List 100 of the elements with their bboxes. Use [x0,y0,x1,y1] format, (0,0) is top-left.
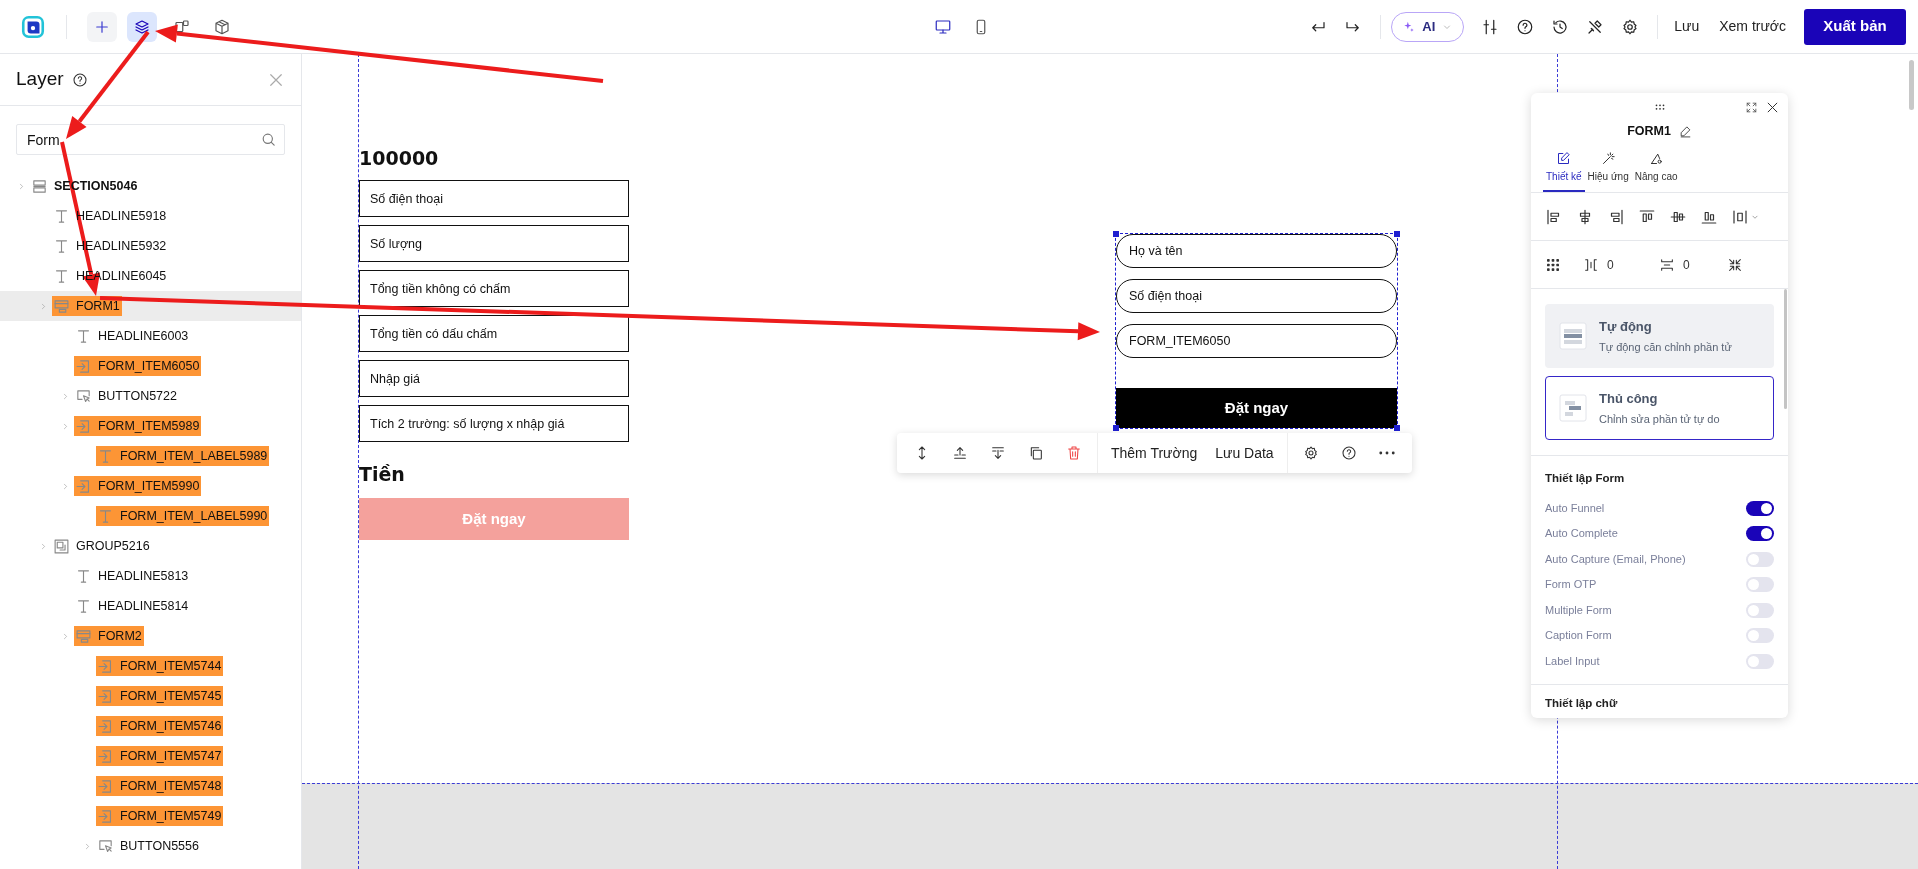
tree-row[interactable]: FORM_ITEM5746 [0,711,301,741]
layout-mode-option[interactable]: Thủ công Chỉnh sửa phần tử tự do [1545,376,1774,440]
input-field[interactable]: Họ và tên [1116,234,1397,268]
layers-button[interactable] [127,11,157,42]
tree-row[interactable]: FORM_ITEM5749 [0,801,301,831]
spacing-value: 0 [1683,256,1691,274]
resize-handle[interactable] [1113,425,1119,431]
setting-label: Label Input [1545,653,1600,669]
history-icon [1550,17,1569,36]
toggle-switch[interactable] [1746,526,1774,541]
auto-layout-icon [1559,322,1587,350]
input-icon [97,657,114,675]
tree-row[interactable]: BUTTON5722 [0,381,301,411]
scrollbar-thumb[interactable] [1784,289,1787,409]
scrollbar-thumb[interactable] [1909,60,1914,110]
tree-row[interactable]: GROUP5216 [0,531,301,561]
pencil-icon[interactable] [1678,124,1692,138]
input-field[interactable]: Tổng tiền có dấu chấm [359,315,629,352]
resize-handle[interactable] [1394,425,1400,431]
toggle-switch[interactable] [1746,551,1774,567]
sliders-icon [1480,17,1499,36]
tree-row[interactable]: FORM1 [0,291,301,321]
help-icon[interactable] [71,71,88,88]
tree-row[interactable]: FORM_ITEM5745 [0,681,301,711]
text-icon [53,267,70,285]
input-field[interactable]: Nhập giá [359,360,629,397]
tree-row[interactable]: HEADLINE5814 [0,591,301,621]
layer-label: FORM_ITEM_LABEL5989 [120,447,269,465]
resize-handle[interactable] [1113,231,1119,237]
toggle-switch[interactable] [1746,500,1774,516]
layer-label: FORM_ITEM5746 [120,717,223,735]
layer-label: FORM_ITEM5990 [98,477,201,495]
setting-label: Caption Form [1545,628,1612,644]
toolbar-action[interactable]: Lưu Data [1206,438,1283,468]
grid-icon[interactable] [1545,256,1561,273]
layer-label: HEADLINE6003 [98,327,190,345]
text-icon [75,327,92,345]
layout-mode-option[interactable]: Tự động Tự động căn chỉnh phần tử [1545,304,1774,368]
tree-row[interactable]: FORM_ITEM5747 [0,741,301,771]
input-icon [75,477,92,495]
layer-label: FORM_ITEM5989 [98,417,201,435]
tree-row[interactable]: FORM_ITEM_LABEL5990 [0,501,301,531]
input-field[interactable]: FORM_ITEM6050 [1116,324,1397,358]
layer-label: HEADLINE5813 [98,567,190,585]
toggle-switch[interactable] [1746,653,1774,669]
tree-row[interactable]: FORM_ITEM_LABEL5989 [0,441,301,471]
vertical-spacing-icon[interactable] [1659,256,1675,273]
layer-label: BUTTON5556 [120,837,200,855]
input-icon [97,717,114,735]
layer-label: FORM_ITEM5748 [120,777,223,795]
panel-title: FORM1 [1627,122,1671,140]
amount-heading: 100000 [359,146,440,171]
input-icon [97,807,114,825]
tree-row[interactable]: BUTTON5556 [0,831,301,861]
settings-icon [1302,445,1319,461]
input-field[interactable]: Tích 2 trường: số lượng x nhập giá [359,405,629,442]
toggle-switch[interactable] [1746,628,1774,643]
input-field[interactable]: Tổng tiền không có chấm [359,270,629,307]
toggle-switch[interactable] [1746,602,1774,618]
collapse-icon[interactable] [1727,256,1743,273]
trash-icon [1066,445,1082,461]
search-icon [260,131,277,148]
tree-row[interactable]: FORM_ITEM5744 [0,651,301,681]
tree-row[interactable]: FORM_ITEM5989 [0,411,301,441]
panel-tab[interactable]: Hiệu ứng [1584,147,1632,192]
horizontal-spacing-icon[interactable] [1583,256,1599,273]
tree-row[interactable]: FORM_ITEM6050 [0,351,301,381]
input-field[interactable]: Số lượng [359,225,629,262]
input-icon [97,777,114,795]
toolbar-action[interactable]: Thêm Trường [1102,438,1207,468]
panel-tab[interactable]: Nâng cao [1631,147,1681,192]
tree-row[interactable]: FORM2 [0,621,301,651]
layer-label: GROUP5216 [76,537,151,555]
tree-row[interactable]: HEADLINE5813 [0,561,301,591]
add-button[interactable] [87,11,117,42]
option-title: Thủ công [1599,390,1659,408]
close-icon[interactable] [1765,100,1780,115]
tree-row[interactable]: HEADLINE6003 [0,321,301,351]
order-button[interactable]: Đặt ngay [1116,388,1397,428]
setting-label: Form OTP [1545,577,1597,593]
input-icon [97,687,114,705]
text-icon [75,567,92,585]
layer-label: FORM_ITEM5744 [120,657,223,675]
tree-row[interactable]: FORM_ITEM5990 [0,471,301,501]
search-field[interactable]: Form [16,124,285,155]
spacing-value: 0 [1607,256,1615,274]
input-field[interactable]: Số điện thoại [359,180,629,217]
preview-button[interactable]: Xem trước [1711,11,1794,42]
layer-label: FORM2 [98,627,143,645]
input-field[interactable]: Số điện thoại [1116,279,1397,313]
toggle-switch[interactable] [1746,577,1774,592]
app-logo-icon[interactable] [20,13,46,40]
publish-button[interactable]: Xuất bản [1804,8,1906,45]
option-description: Chỉnh sửa phần tử tự do [1599,411,1720,427]
section-heading: Thiết lập chữ [1544,695,1619,712]
resize-handle[interactable] [1394,231,1400,237]
tree-row[interactable]: FORM_ITEM5748 [0,771,301,801]
save-button[interactable]: Lưu [1668,11,1706,42]
panel-tab[interactable]: Thiết kế [1543,147,1585,192]
expand-icon[interactable] [1745,101,1758,114]
